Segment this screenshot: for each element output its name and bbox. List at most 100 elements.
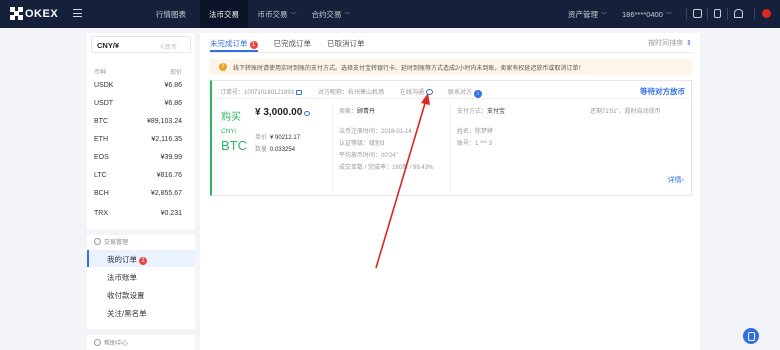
chevron-down-icon: ﹀	[290, 12, 297, 19]
trades-label: 成交单数 / 完成率：	[339, 165, 393, 171]
sidebar-item-my-orders[interactable]: 我的订单 1	[87, 250, 195, 267]
column-header-price: 现价	[169, 70, 182, 76]
okex-logo[interactable]: OKEX	[10, 7, 58, 20]
tab-open-orders[interactable]: 未完成订单 1	[210, 37, 258, 52]
order-tabs: 未完成订单 1 已完成订单 已取消订单	[210, 37, 381, 53]
reg-time-value: 2018-01-14	[381, 129, 412, 135]
nav-futures-trading[interactable]: 合约交易 ﹀	[304, 0, 358, 28]
coin-symbol: BCH	[94, 190, 109, 197]
quantity-value: 0.033254	[270, 147, 296, 153]
reg-time-label: 法币注册时间：	[339, 129, 382, 135]
open-orders-badge: 1	[249, 41, 258, 49]
avg-release-value: 00'24"	[381, 153, 398, 159]
divider	[754, 8, 755, 20]
unit-price-value: ¥ 90212.17	[270, 135, 301, 141]
contact-counterparty[interactable]: 联系对方 i	[448, 87, 483, 98]
coin-symbol: USDT	[94, 100, 114, 107]
logo-text: OKEX	[25, 7, 59, 20]
currency-select[interactable]: CNY/¥ 人民币	[91, 36, 191, 53]
left-sidebar: CNY/¥ 人民币 币种 现价 USDK ¥6.86 USDT ¥6.86 BTC ¥…	[87, 33, 195, 350]
sort-by-time-toggle[interactable]: 按时间排序 ⇕	[648, 38, 692, 48]
coin-symbol: ETH	[94, 136, 108, 143]
avg-release-time: 平均放币时间：00'24"	[339, 150, 398, 159]
tab-label: 已取消订单	[327, 39, 365, 48]
name-label: 姓名：	[457, 129, 476, 135]
section-label: 帮助中心	[104, 341, 129, 347]
tab-cancelled-orders[interactable]: 已取消订单	[327, 37, 365, 52]
refresh-icon	[304, 111, 311, 116]
order-side: 购买	[221, 112, 241, 123]
section-trade-management: 交易管理	[94, 237, 128, 246]
asset-management-menu[interactable]: 资产管理 ﹀	[568, 0, 607, 28]
coin-row-usdk[interactable]: USDK ¥6.86	[87, 77, 195, 95]
coin-row-ltc[interactable]: LTC ¥816.76	[87, 167, 195, 185]
order-details-link[interactable]: 详情›	[668, 175, 684, 185]
coin-row-eos[interactable]: EOS ¥39.99	[87, 149, 195, 167]
certification-level: 认证等级：级别3	[339, 138, 384, 147]
tab-completed-orders[interactable]: 已完成订单	[274, 37, 312, 52]
sidebar-item-fiat-bill[interactable]: 法币账单	[87, 268, 195, 285]
floating-help-button[interactable]	[743, 328, 759, 344]
order-list-icon[interactable]	[693, 9, 702, 18]
contact-label: 联系对方	[448, 90, 473, 96]
notice-text: 线下转账时请使用实时到账的支付方式。选择支付宝转银行卡、延时到账等方式造成2小时…	[233, 65, 585, 72]
account-menu[interactable]: 186****0400 ﹀	[622, 0, 672, 28]
nav-fiat-trading[interactable]: 法币交易	[200, 0, 248, 28]
divider	[707, 8, 708, 20]
coin-row-btc[interactable]: BTC ¥89,103.24	[87, 113, 195, 131]
order-no-value: 100710180121893	[244, 90, 295, 96]
order-no-label: 订单号：	[220, 90, 245, 96]
coin-price: ¥816.76	[156, 172, 182, 179]
order-amount: ¥ 3,000.00	[255, 107, 311, 118]
warning-icon: !	[219, 63, 227, 71]
coin-row-eth[interactable]: ETH ¥2,116.35	[87, 131, 195, 149]
sidebar-item-payment-settings[interactable]: 收付款设置	[87, 286, 195, 303]
mobile-app-icon[interactable]	[714, 9, 721, 18]
chevron-down-icon: ﹀	[344, 12, 351, 19]
gear-icon	[94, 238, 101, 245]
divider	[87, 229, 195, 235]
chevron-right-icon: ›	[681, 177, 684, 184]
china-flag-icon[interactable]	[762, 9, 771, 18]
sidebar-item-follow-blacklist[interactable]: 关注/黑名单	[87, 304, 195, 321]
name-value: 陈梦婷	[475, 129, 494, 135]
copy-icon[interactable]	[296, 90, 303, 95]
sidebar-item-label: 我的订单 1	[107, 254, 147, 265]
seller-value: 顾青丹	[357, 109, 376, 115]
account-value: 1 *** 3	[475, 141, 493, 147]
column-divider	[332, 103, 333, 193]
coin-price: ¥6.86	[164, 100, 182, 107]
counterparty: 对方昵称：杭州萧山机场	[318, 87, 384, 96]
section-label: 交易管理	[104, 240, 129, 246]
sidebar-item-label: 关注/黑名单	[107, 309, 147, 318]
coin-row-bch[interactable]: BCH ¥2,855.67	[87, 185, 195, 203]
nav-label: 行情图表	[156, 9, 186, 19]
coin-price: ¥0.231	[160, 210, 182, 217]
nav-market-charts[interactable]: 行情图表	[148, 0, 194, 28]
column-header-coin: 币种	[94, 70, 107, 76]
asset-menu-label: 资产管理	[568, 9, 598, 19]
pay-method-label: 支付方式：	[457, 109, 488, 115]
account-phone: 186****0400	[622, 9, 663, 19]
orders-panel: 未完成订单 1 已完成订单 已取消订单 按时间排序 ⇕ ! 线下转账时请使用实时到账…	[200, 33, 700, 350]
pair-fiat: CNY/	[221, 128, 237, 135]
seller-label: 卖家：	[339, 109, 358, 115]
coin-row-usdt[interactable]: USDT ¥6.86	[87, 95, 195, 113]
payment-notice-banner: ! 线下转账时请使用实时到账的支付方式。选择支付宝转银行卡、延时到账等方式造成2…	[210, 59, 692, 75]
nav-label: 法币交易	[209, 9, 239, 19]
chat-bubble-icon[interactable]	[426, 89, 434, 95]
tab-label: 已完成订单	[273, 39, 312, 48]
online-chat[interactable]: 在线沟通	[400, 87, 434, 96]
coin-price: ¥89,103.24	[146, 118, 182, 125]
coin-row-trx[interactable]: TRX ¥0.231	[87, 205, 195, 223]
coin-price: ¥39.99	[160, 154, 182, 161]
nav-spot-trading[interactable]: 币币交易 ﹀	[250, 0, 304, 28]
section-help-center[interactable]: 帮助中心	[94, 338, 128, 347]
coin-price: ¥2,116.35	[151, 136, 182, 143]
notification-bell-icon[interactable]	[734, 9, 743, 18]
pair-coin: BTC	[221, 138, 247, 153]
hamburger-menu-icon[interactable]	[73, 9, 82, 17]
coin-symbol: BTC	[94, 118, 108, 125]
unit-price: 单价 ¥ 90212.17	[255, 132, 300, 141]
cert-label: 认证等级：	[339, 141, 370, 147]
